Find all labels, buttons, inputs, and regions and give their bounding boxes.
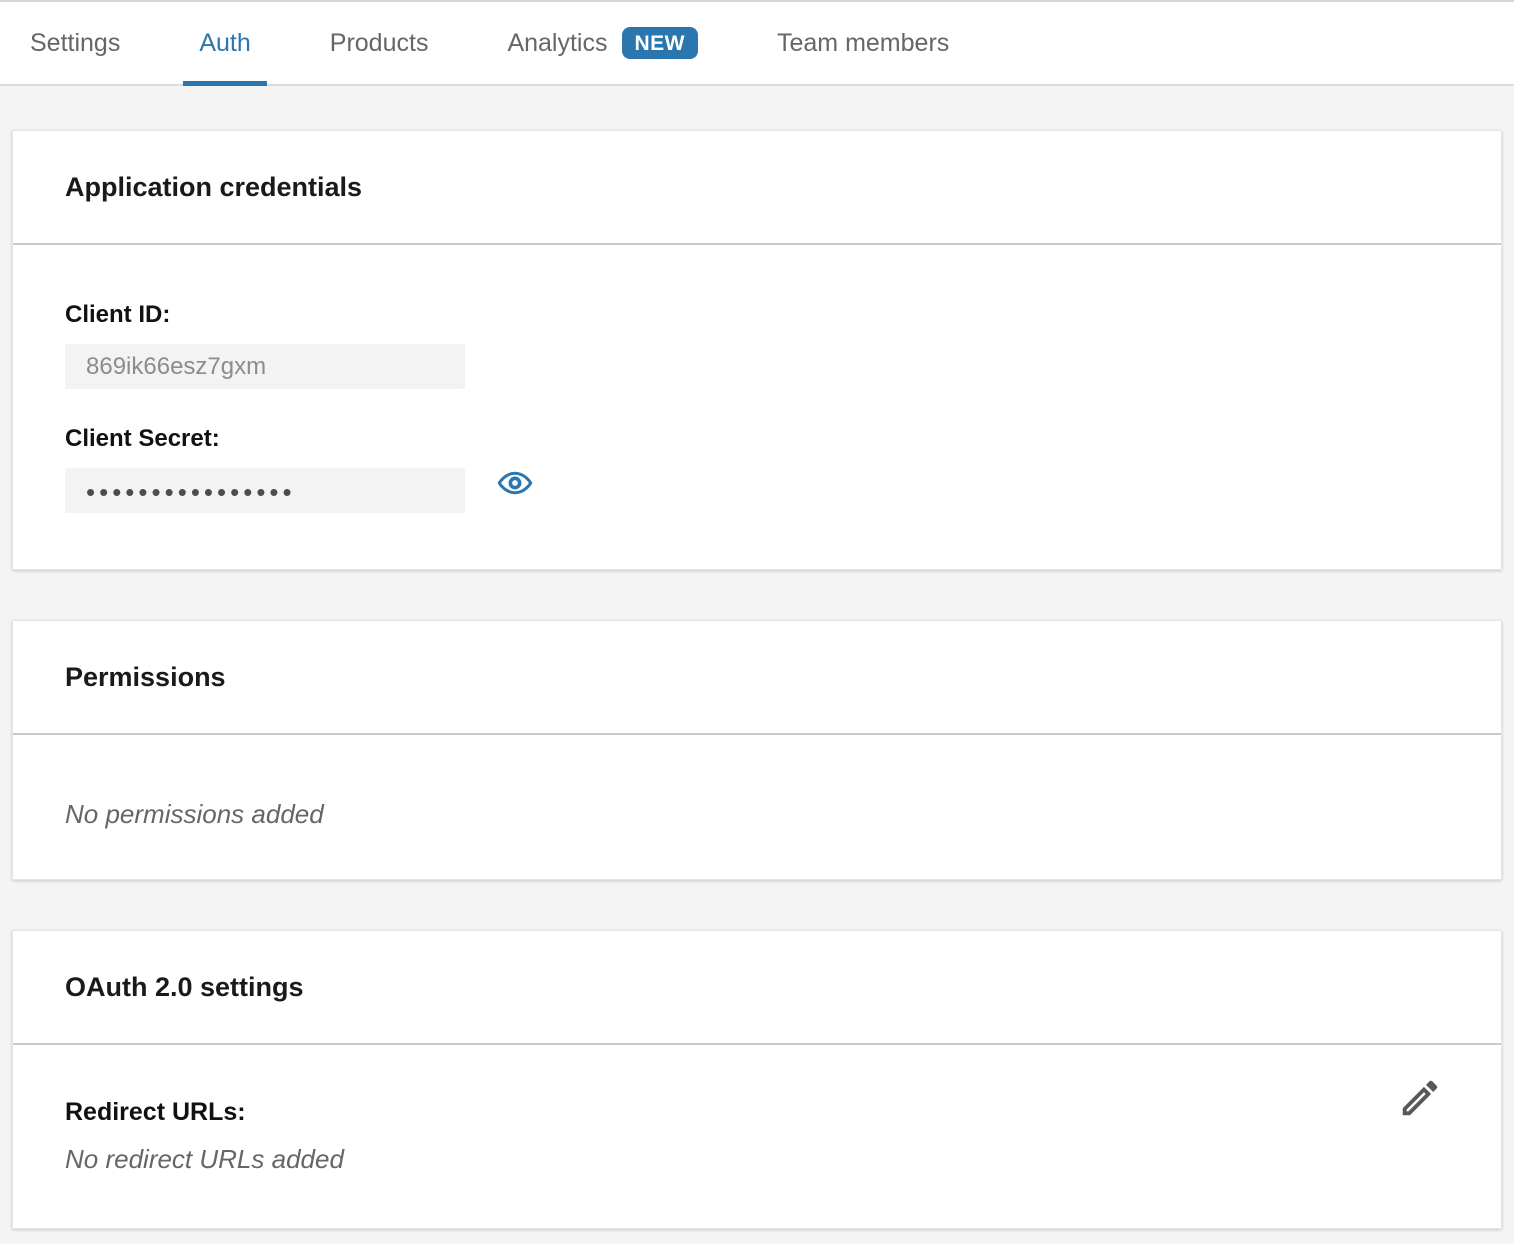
oauth-settings-title: OAuth 2.0 settings [13,931,1501,1045]
application-credentials-title: Application credentials [13,131,1501,245]
tab-settings-label: Settings [30,29,120,58]
tab-analytics-label: Analytics [507,29,607,58]
client-secret-field[interactable]: •••••••••••••••• [65,468,465,513]
tab-bar: Settings Auth Products Analytics NEW Tea… [0,0,1514,86]
tab-settings[interactable]: Settings [14,2,136,84]
tab-products-label: Products [330,29,429,58]
client-secret-masked-value: •••••••••••••••• [86,477,296,505]
client-id-field[interactable]: 869ik66esz7gxm [65,344,465,389]
oauth-settings-card: OAuth 2.0 settings Redirect URLs: No red… [12,930,1502,1229]
tab-team-members[interactable]: Team members [761,2,965,84]
new-badge: NEW [622,27,699,59]
permissions-card: Permissions No permissions added [12,620,1502,880]
client-secret-label: Client Secret: [65,425,1449,453]
tab-products[interactable]: Products [314,2,445,84]
client-id-value: 869ik66esz7gxm [86,353,266,381]
permissions-title: Permissions [13,621,1501,735]
redirect-urls-empty-text: No redirect URLs added [65,1144,1449,1174]
tab-auth[interactable]: Auth [183,2,266,84]
application-credentials-card: Application credentials Client ID: 869ik… [12,130,1502,570]
client-id-label: Client ID: [65,301,1449,329]
pencil-icon [1397,1075,1443,1121]
show-secret-button[interactable] [497,465,533,501]
eye-icon [497,465,533,501]
tab-auth-label: Auth [199,29,250,58]
permissions-empty-text: No permissions added [65,799,1449,829]
tab-analytics[interactable]: Analytics NEW [491,2,714,84]
application-credentials-body: Client ID: 869ik66esz7gxm Client Secret:… [13,245,1501,569]
page-content: Application credentials Client ID: 869ik… [0,86,1514,1229]
oauth-settings-body: Redirect URLs: No redirect URLs added [13,1045,1501,1228]
permissions-body: No permissions added [13,735,1501,879]
client-secret-row: •••••••••••••••• [65,453,1449,513]
redirect-urls-label: Redirect URLs: [65,1097,1449,1128]
tab-team-members-label: Team members [777,29,949,58]
edit-redirect-urls-button[interactable] [1397,1075,1443,1121]
